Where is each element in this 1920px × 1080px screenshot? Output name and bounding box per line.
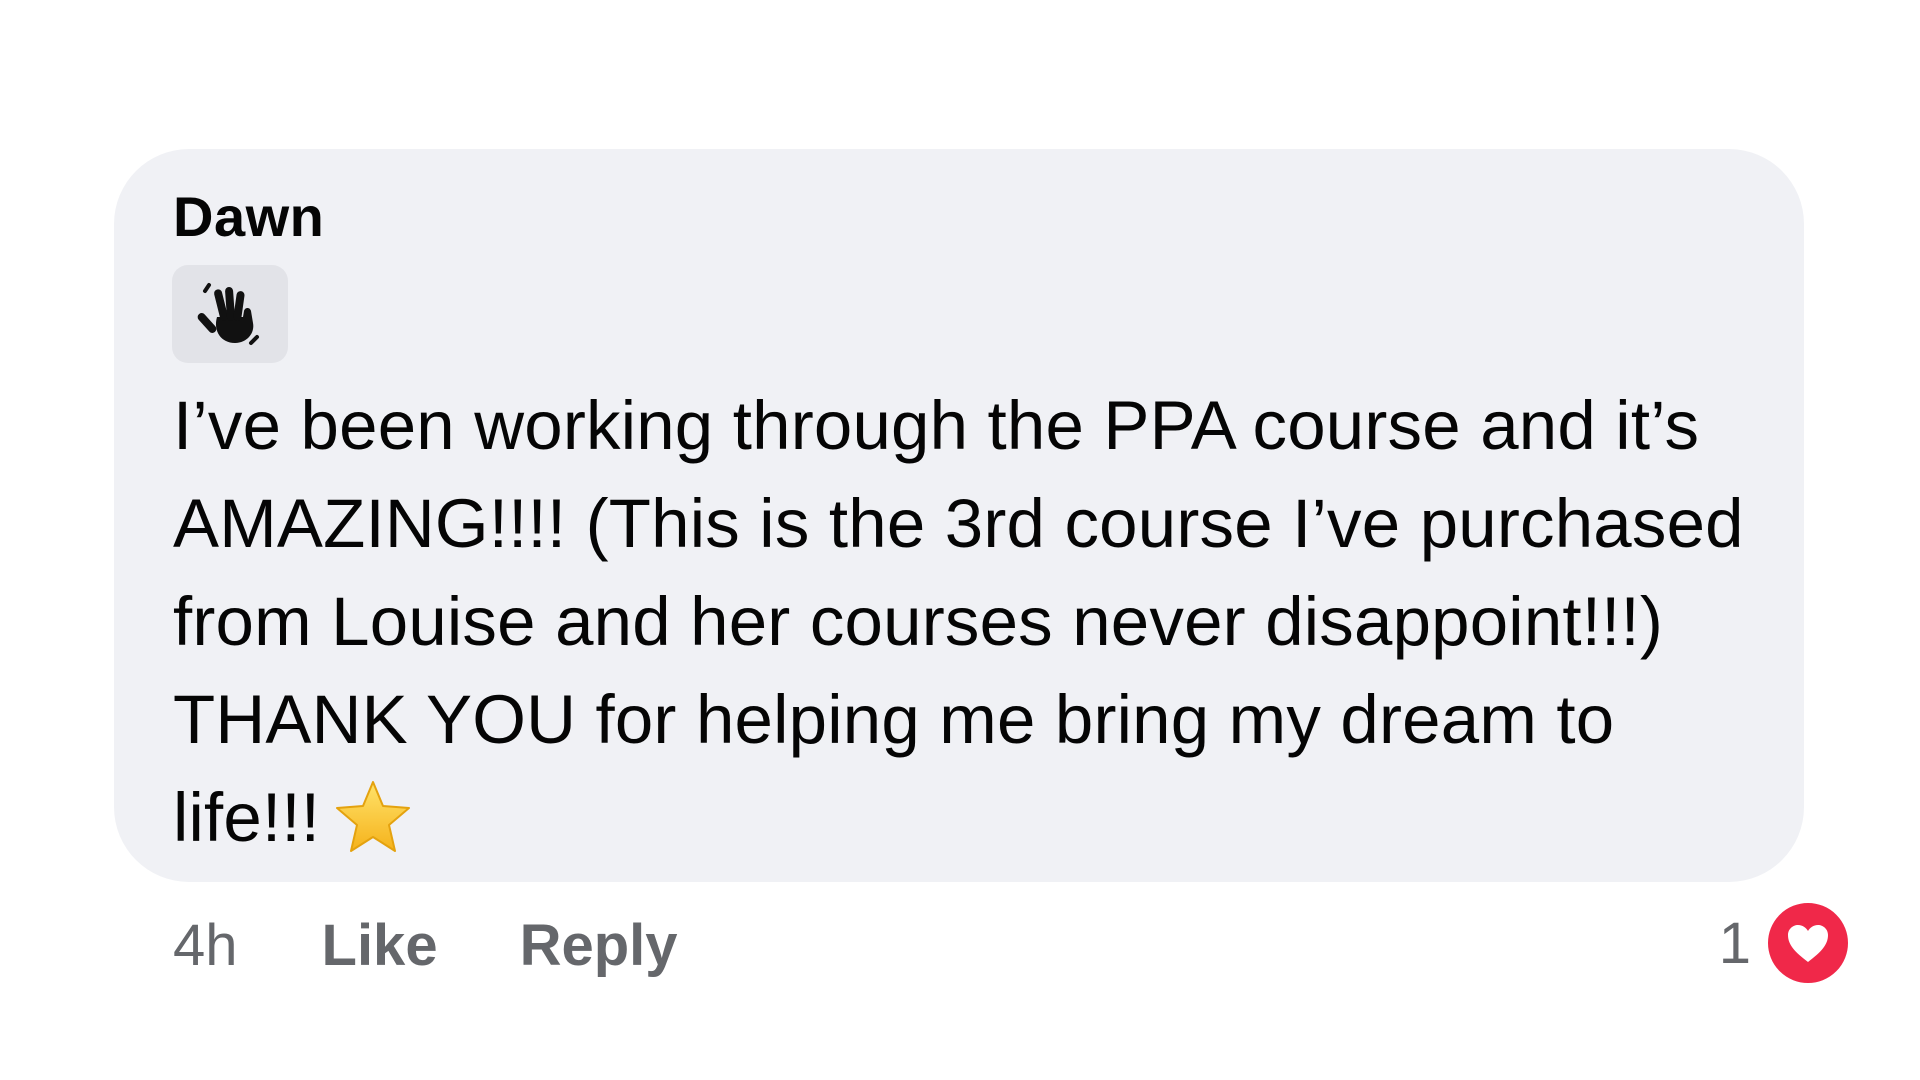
- reply-button[interactable]: Reply: [520, 912, 678, 979]
- like-button[interactable]: Like: [322, 912, 438, 979]
- reaction-count: 1: [1718, 910, 1751, 976]
- reaction-summary[interactable]: 1: [1719, 900, 1851, 986]
- heart-icon: [1788, 925, 1828, 962]
- waving-hand-sticker: [172, 265, 288, 363]
- comment-timestamp[interactable]: 4h: [173, 912, 238, 979]
- heart-reaction-badge: [1765, 900, 1851, 986]
- comment-body: I’ve been working through the PPA course…: [173, 377, 1773, 881]
- waving-hand-icon: [197, 283, 259, 345]
- star-icon: [334, 779, 412, 881]
- comment-actions: 4h Like Reply: [173, 905, 760, 985]
- comment-bubble: Dawn I’ve been working through the PPA c…: [114, 149, 1804, 882]
- comment-author[interactable]: Dawn: [173, 189, 324, 245]
